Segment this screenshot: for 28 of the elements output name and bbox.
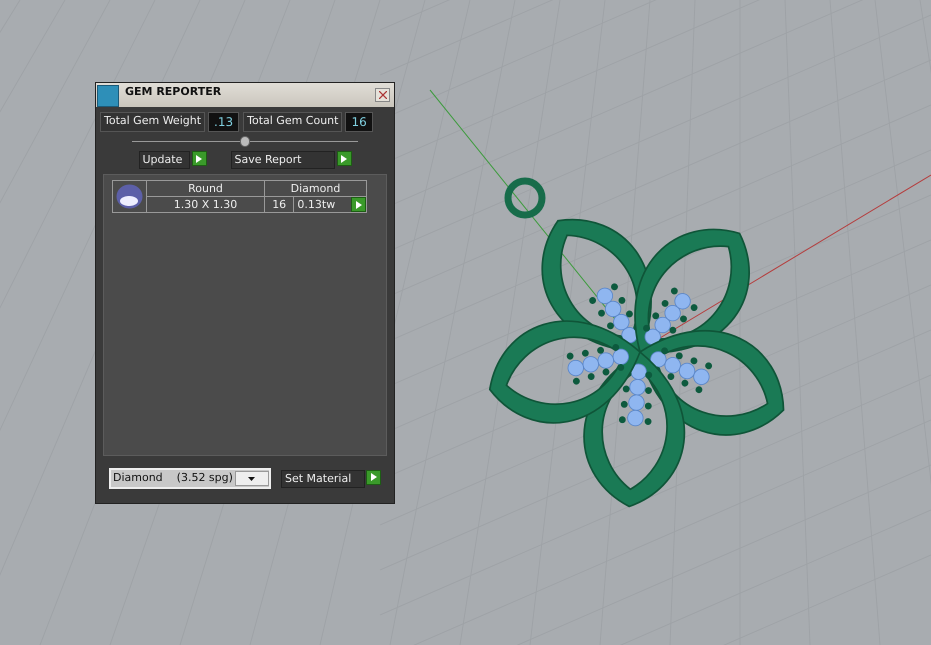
total-label: Total Gem Count [243,112,342,132]
gem-count: 16 [264,196,294,212]
play-icon [196,154,202,162]
report-button[interactable]: Save Report [230,151,334,169]
close-icon [378,91,386,100]
close-button[interactable] [375,88,390,102]
material-dropdown[interactable]: Diamond (3.52 spg) [109,468,271,489]
app-icon [97,84,119,106]
collapse-icon[interactable] [240,136,250,146]
play-button[interactable] [351,197,366,212]
total-value: 16 [345,112,373,132]
caret-icon [248,476,256,480]
play-icon [341,154,347,162]
report-button[interactable]: Update [138,151,190,169]
total-value: .13 [208,112,240,132]
window-title: GEM REPORTER [125,84,222,100]
gem-size: 1.30 X 1.30 [146,196,264,212]
gem-icon [115,183,144,210]
set-material-button[interactable]: Set Material [281,470,365,488]
total-label: Total Gem Weight [100,112,206,132]
gem-material: Diamond [264,180,366,196]
gem-weight: 0.13tw [297,197,336,212]
gem-shape: Round [146,180,264,196]
play-icon [370,473,376,481]
play-icon [356,200,362,208]
play-button[interactable] [366,470,381,484]
play-button[interactable] [192,151,206,166]
play-button[interactable] [336,151,352,166]
